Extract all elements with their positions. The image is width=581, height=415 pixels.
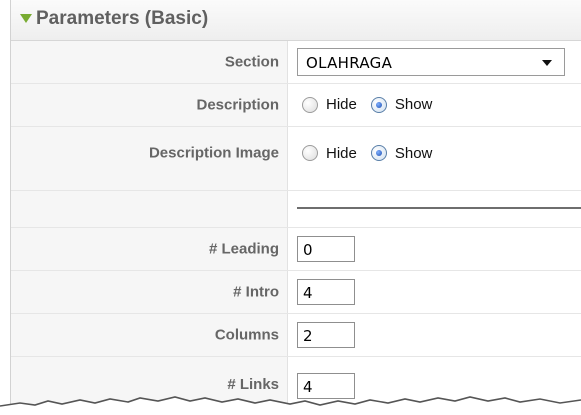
description-image-hide-label[interactable]: Hide (326, 145, 357, 162)
description-show-radio[interactable] (370, 96, 387, 113)
description-label: Description (196, 96, 279, 114)
columns-input[interactable]: 2 (297, 322, 355, 348)
leading-input[interactable]: 0 (297, 236, 355, 262)
divider-line (297, 207, 581, 209)
torn-edge (0, 396, 581, 415)
parameters-panel: Parameters (Basic) Section OLAHRAGA Desc… (10, 0, 581, 415)
description-radio-group: Hide Show (302, 96, 446, 114)
param-row-columns: Columns 2 (11, 314, 581, 357)
description-image-show-label[interactable]: Show (395, 145, 433, 162)
expand-triangle-icon[interactable] (20, 14, 32, 23)
param-row-section: Section OLAHRAGA (11, 41, 581, 84)
param-row-divider (11, 191, 581, 228)
section-label: Section (224, 53, 279, 71)
panel-title: Parameters (Basic) (36, 8, 209, 29)
columns-label: Columns (214, 326, 279, 344)
description-hide-radio[interactable] (302, 96, 318, 113)
chevron-down-icon[interactable] (542, 60, 552, 66)
description-show-label[interactable]: Show (395, 96, 433, 113)
param-row-description-image: Description Image Hide Show (11, 127, 581, 191)
section-select[interactable]: OLAHRAGA (297, 48, 565, 76)
section-select-value: OLAHRAGA (306, 54, 393, 72)
description-image-show-radio[interactable] (370, 145, 387, 162)
description-image-radio-group: Hide Show (302, 144, 446, 162)
links-label: # Links (227, 376, 279, 393)
param-row-intro: # Intro 4 (11, 271, 581, 314)
intro-label: # Intro (233, 283, 279, 301)
panel-header[interactable]: Parameters (Basic) (11, 0, 581, 41)
description-hide-label[interactable]: Hide (326, 96, 357, 113)
leading-label: # Leading (208, 240, 279, 258)
description-image-label: Description Image (148, 144, 279, 162)
param-row-description: Description Hide Show (11, 84, 581, 127)
param-row-leading: # Leading 0 (11, 228, 581, 271)
description-image-hide-radio[interactable] (302, 145, 318, 162)
intro-input[interactable]: 4 (297, 279, 355, 305)
